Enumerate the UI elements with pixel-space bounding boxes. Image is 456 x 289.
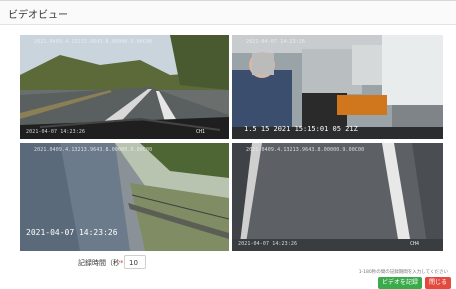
record-video-button[interactable]: ビデオを記録 <box>378 277 422 289</box>
camera-feed-rear[interactable]: 2021.0409.4.13213.9643.8.00000.9.00C00 2… <box>232 143 443 251</box>
camera-4-osd-top: 2021.0409.4.13213.9643.8.00000.9.00C00 <box>246 147 365 153</box>
dialog-title: ビデオビュー <box>8 10 68 21</box>
video-view-dialog: ビデオビュー 2021.0409.4.13213.9643.8.00000.9.… <box>0 0 456 289</box>
camera-3-osd-top: 2021.0409.4.13213.9643.8.00000.9.00C00 <box>34 147 153 153</box>
camera-3-osd-timestamp: 2021-04-07 14:23:26 <box>26 228 118 237</box>
dialog-title-bar: ビデオビュー <box>0 1 456 25</box>
camera-grid: 2021.0409.4.13213.9643.8.00000.9.00C00 2… <box>20 35 443 251</box>
record-duration-label: 記録時間（秒* <box>78 258 124 268</box>
camera-2-osd-top: 2021-04-07 14:23:26 <box>246 39 306 45</box>
camera-1-osd-timestamp: 2021-04-07 14:23:26 <box>26 129 86 135</box>
camera-feed-side[interactable]: 2021.0409.4.13213.9643.8.00000.9.00C00 2… <box>20 143 229 251</box>
camera-1-osd-channel: CH1 <box>195 129 205 135</box>
front-road-image <box>20 35 229 139</box>
required-mark: * <box>120 259 124 267</box>
camera-feed-cabin[interactable]: 2021-04-07 14:23:26 1.5 15 2021 15:15:01… <box>232 35 443 139</box>
close-button[interactable]: 閉じる <box>425 277 451 289</box>
cabin-image <box>232 35 443 139</box>
record-duration-input[interactable]: 10 <box>124 255 146 269</box>
rear-road-image <box>232 143 443 251</box>
camera-4-osd-timestamp: 2021-04-07 14:23:26 <box>238 241 298 247</box>
camera-2-osd-overlay: 1.5 15 2021 15:15:01 05 21Z <box>244 125 358 133</box>
record-duration-label-text: 記録時間（秒 <box>78 259 120 267</box>
camera-feed-front[interactable]: 2021.0409.4.13213.9643.8.00000.9.00C00 2… <box>20 35 229 139</box>
record-duration-hint: 1-180秒の間の記録期間を入力してください <box>358 270 448 275</box>
camera-1-osd-top: 2021.0409.4.13213.9643.8.00000.9.00C00 <box>34 39 153 45</box>
camera-4-osd-channel: CH4 <box>409 241 419 247</box>
